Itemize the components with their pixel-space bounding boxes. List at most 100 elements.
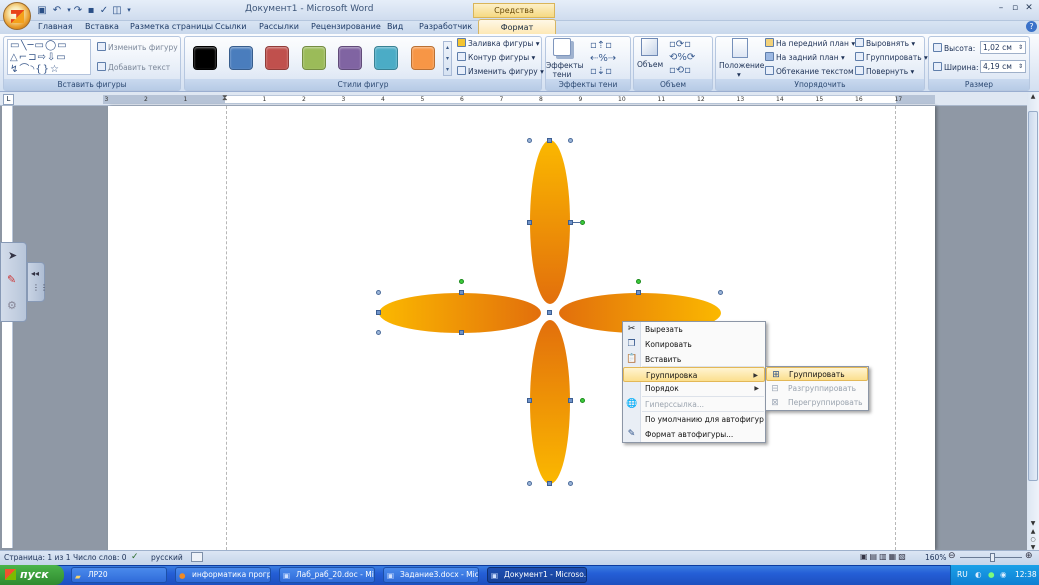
height-input[interactable]: 1,02 см ⇕ [980, 41, 1026, 54]
selection-handle[interactable] [636, 290, 641, 295]
save-icon[interactable]: ▪ [84, 4, 98, 17]
selection-handle[interactable] [547, 481, 552, 486]
stamp-icon[interactable]: ⚙ [7, 299, 17, 312]
redo-icon[interactable]: ↷ [71, 4, 85, 17]
menu-item-format-autoshape[interactable]: ✎ Формат автофигуры... [623, 427, 765, 442]
bring-to-front-button[interactable]: На передний план ▾ [765, 38, 855, 48]
shadow-nudge-icons[interactable]: ▫⇡▫ ⇠%⇢ ▫⇣▫ [590, 39, 616, 78]
menu-item-order[interactable]: Порядок ▶ [623, 381, 765, 396]
menu-item-grouping[interactable]: Группировка ▶ [623, 367, 765, 382]
task-firefox[interactable]: ● информатика прогр... [175, 567, 271, 583]
shapes-gallery[interactable]: ▭╲─▭◯▭ △⌐⊐⇨⇩▭ ↯⌒◝{}☆ [7, 39, 91, 75]
selection-handle[interactable] [527, 220, 532, 225]
status-language[interactable]: русский [151, 553, 183, 562]
rotate-handle[interactable] [636, 279, 641, 284]
style-swatch-5[interactable] [338, 46, 362, 70]
style-swatch-4[interactable] [302, 46, 326, 70]
zoom-out-icon[interactable]: ⊖ [948, 551, 956, 561]
align-button[interactable]: Выровнять ▾ [855, 38, 915, 48]
rotate-handle[interactable] [580, 398, 585, 403]
style-swatch-1[interactable] [193, 46, 217, 70]
width-input[interactable]: 4,19 см ⇕ [980, 60, 1026, 73]
selection-handle[interactable] [718, 290, 723, 295]
3d-tilt-icons[interactable]: ▫⟳▫ ⟲%⟳ ▫⟲▫ [669, 38, 695, 77]
shadow-effects-button[interactable]: Эффекты тени [546, 61, 584, 79]
tray-icon[interactable]: ● [988, 565, 995, 585]
office-button[interactable] [3, 2, 31, 30]
close-button[interactable]: ✕ [1022, 3, 1036, 15]
position-button[interactable]: Положение ▾ [719, 61, 764, 79]
qat-customize-icon[interactable]: ▾ [122, 4, 136, 17]
collapse-icon[interactable]: ◂◂ [31, 269, 39, 278]
status-page[interactable]: Страница: 1 из 1 [4, 553, 71, 562]
tab-page-layout[interactable]: Разметка страницы [130, 20, 213, 34]
tab-view[interactable]: Вид [387, 20, 403, 34]
scroll-nav-icons[interactable]: ▼ ▲ ○ ▼ [1028, 520, 1038, 551]
status-words[interactable]: Число слов: 0 [73, 553, 127, 562]
start-button[interactable]: пуск [0, 565, 64, 585]
zoom-level[interactable]: 160% [925, 553, 946, 562]
maximize-button[interactable]: ▫ [1008, 3, 1022, 15]
position-icon[interactable] [732, 38, 748, 58]
floating-toolbar-handle[interactable]: ◂◂ ⋮⋮ [27, 262, 48, 302]
task-word-task3[interactable]: ▣ Задание3.docx - Mic... [383, 567, 479, 583]
tab-format[interactable]: Формат [478, 19, 556, 35]
tray-icon[interactable]: ◉ [1000, 565, 1007, 585]
tab-review[interactable]: Рецензирование [311, 20, 381, 34]
selection-handle[interactable] [547, 138, 552, 143]
petal-top[interactable] [530, 140, 570, 304]
view-buttons[interactable]: ▣▤▥▦▧ [860, 552, 920, 563]
vertical-ruler[interactable] [2, 106, 13, 548]
styles-scroll[interactable]: ▴ ▾ ▾ [443, 41, 452, 76]
group-button[interactable]: Группировать ▾ [855, 52, 928, 62]
pointer-icon[interactable]: ➤ [8, 249, 17, 262]
selection-handle[interactable] [568, 138, 573, 143]
minimize-button[interactable]: – [994, 3, 1008, 15]
selection-handle[interactable] [459, 330, 464, 335]
selection-handle[interactable] [527, 138, 532, 143]
send-to-back-button[interactable]: На задний план ▾ [765, 52, 845, 62]
change-shape-button[interactable]: Изменить фигуру [97, 42, 178, 52]
indent-marker-icon[interactable]: ⧗ [222, 93, 228, 103]
petal-bottom[interactable] [530, 320, 570, 484]
shadow-effects-icon[interactable] [553, 38, 571, 56]
selection-handle[interactable] [547, 310, 552, 315]
3d-effects-button[interactable]: Объем [637, 60, 663, 69]
submenu-item-group[interactable]: ⊞ Группировать [766, 367, 868, 381]
selection-handle[interactable] [568, 398, 573, 403]
selection-handle[interactable] [376, 330, 381, 335]
scrollbar-thumb[interactable] [1028, 111, 1038, 481]
task-folder[interactable]: ▰ ЛР20 [71, 567, 167, 583]
tab-developer[interactable]: Разработчик [419, 20, 472, 34]
proofing-icon[interactable]: ✓ [131, 552, 139, 562]
tab-insert[interactable]: Вставка [85, 20, 119, 34]
scroll-up-icon[interactable]: ▲ [1028, 92, 1038, 102]
shape-outline-button[interactable]: Контур фигуры ▾ [457, 52, 535, 62]
text-wrap-button[interactable]: Обтекание текстом ▾ [765, 66, 860, 76]
tab-selector-icon[interactable]: L [3, 94, 14, 105]
style-swatch-6[interactable] [374, 46, 398, 70]
petal-left[interactable] [379, 293, 541, 333]
tray-icon[interactable]: ◐ [975, 565, 982, 585]
tab-home[interactable]: Главная [38, 20, 73, 34]
3d-effects-icon[interactable] [641, 38, 658, 56]
add-text-button[interactable]: Добавить текст [97, 62, 170, 72]
style-swatch-2[interactable] [229, 46, 253, 70]
selection-handle[interactable] [568, 481, 573, 486]
menu-item-paste[interactable]: 📋 Вставить [623, 352, 765, 367]
selection-handle[interactable] [459, 290, 464, 295]
shape-fill-button[interactable]: Заливка фигуры ▾ [457, 38, 540, 48]
eraser-icon[interactable]: ✎ [7, 273, 16, 286]
menu-item-copy[interactable]: ❐ Копировать [623, 337, 765, 352]
task-word-doc1[interactable]: ▣ Документ1 - Microso... [487, 567, 587, 583]
task-word-lab[interactable]: ▣ Лаб_раб_20.doc - Mi... [279, 567, 375, 583]
spelling-icon[interactable]: ✓ [97, 4, 111, 17]
menu-item-default-autoshape[interactable]: По умолчанию для автофигур [623, 412, 765, 427]
change-shape-styles-button[interactable]: Изменить фигуру ▾ [457, 66, 544, 76]
rotate-button[interactable]: Повернуть ▾ [855, 66, 914, 76]
tab-mailings[interactable]: Рассылки [259, 20, 299, 34]
selection-handle[interactable] [527, 481, 532, 486]
rotate-handle[interactable] [459, 279, 464, 284]
macro-record-icon[interactable] [191, 552, 203, 562]
selection-handle[interactable] [527, 398, 532, 403]
